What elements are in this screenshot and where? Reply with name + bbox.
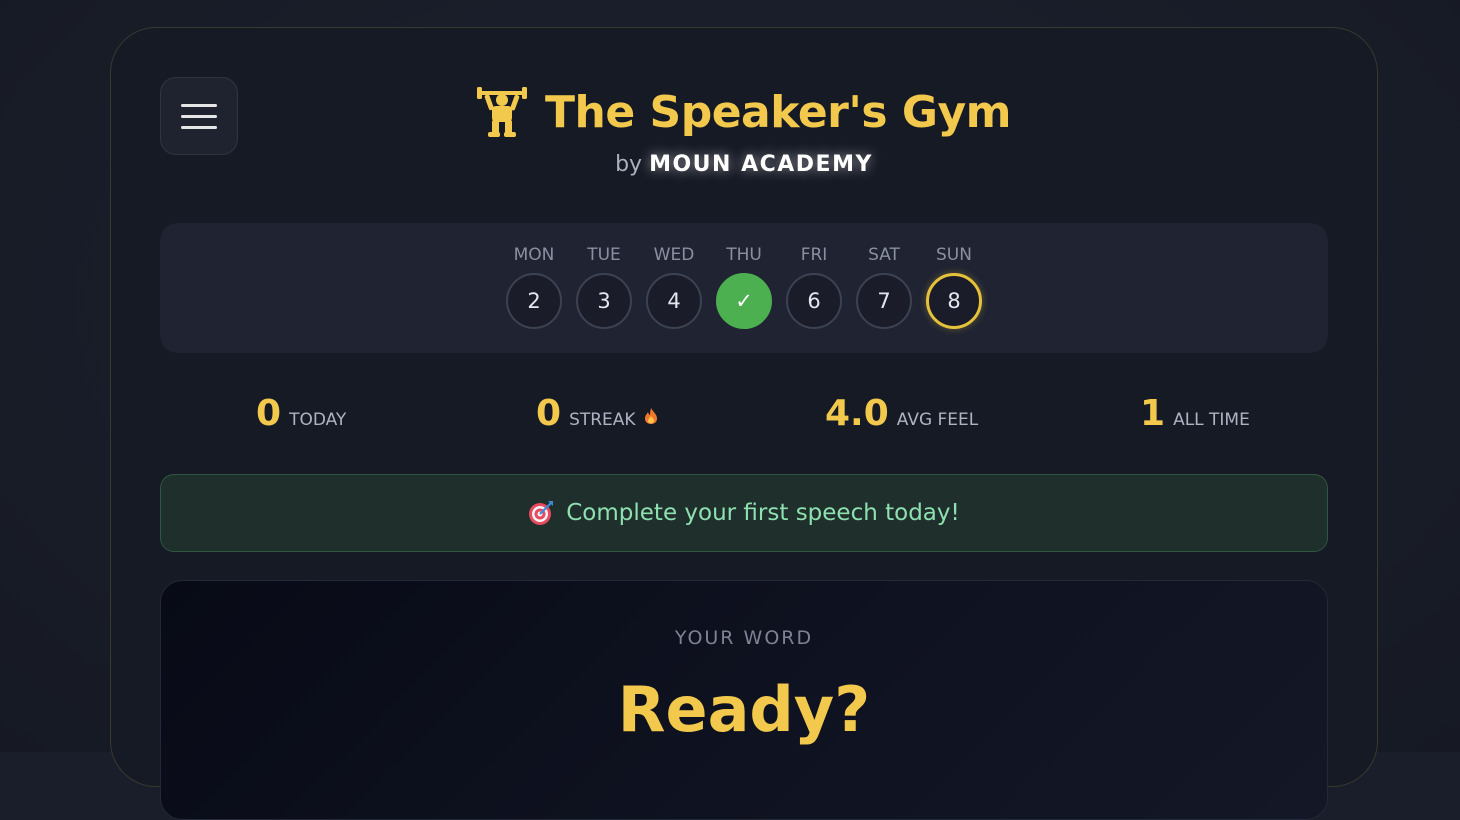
day-thu: THU ✓: [716, 245, 772, 353]
day-name: SUN: [936, 245, 972, 265]
stat-label: TODAY: [289, 410, 347, 430]
day-sun: SUN 8: [926, 245, 982, 353]
fire-icon: [644, 408, 657, 424]
day-name: WED: [653, 245, 695, 265]
day-button-today[interactable]: 8: [926, 273, 982, 329]
stat-all-time: 1 ALL TIME: [1140, 393, 1250, 434]
day-name: TUE: [587, 245, 621, 265]
day-button[interactable]: 7: [856, 273, 912, 329]
day-name: SAT: [868, 245, 900, 265]
stat-value: 0: [536, 393, 562, 434]
word-card: YOUR WORD Ready?: [160, 580, 1328, 820]
stat-label: AVG FEEL: [896, 410, 979, 430]
app-container: The Speaker's Gym by MOUN ACADEMY MON 2 …: [110, 27, 1378, 820]
brand-name: MOUN ACADEMY: [649, 152, 873, 177]
week-tracker: MON 2 TUE 3 WED 4 THU ✓ FRI 6 SAT 7 SUN …: [160, 223, 1328, 353]
day-tue: TUE 3: [576, 245, 632, 353]
target-icon: [529, 501, 554, 525]
stat-today: 0 TODAY: [256, 393, 346, 434]
day-button-completed-checkmark-icon[interactable]: ✓: [716, 273, 772, 329]
day-wed: WED 4: [646, 245, 702, 353]
day-sat: SAT 7: [856, 245, 912, 353]
day-name: THU: [726, 245, 762, 265]
word-label: YOUR WORD: [674, 627, 814, 649]
day-mon: MON 2: [506, 245, 562, 353]
stat-avg-feel: 4.0 AVG FEEL: [825, 393, 978, 434]
byline-prefix: by: [615, 152, 643, 177]
day-fri: FRI 6: [786, 245, 842, 353]
weightlifter-icon: [477, 87, 528, 137]
day-name: FRI: [800, 245, 828, 265]
stat-streak: 0 STREAK: [536, 393, 658, 434]
day-button[interactable]: 4: [646, 273, 702, 329]
stat-value: 4.0: [825, 393, 889, 434]
stats-row: 0 TODAY 0 STREAK 4.0 AVG FEEL 1 ALL TIME: [160, 393, 1328, 443]
day-button[interactable]: 2: [506, 273, 562, 329]
word-display: Ready?: [617, 673, 871, 746]
day-button[interactable]: 6: [786, 273, 842, 329]
goal-banner: Complete your first speech today!: [160, 474, 1328, 552]
day-button[interactable]: 3: [576, 273, 632, 329]
stat-label: STREAK: [569, 410, 636, 430]
stat-label: ALL TIME: [1173, 410, 1250, 430]
byline: by MOUN ACADEMY: [111, 152, 1377, 177]
day-name: MON: [513, 245, 555, 265]
app-title: The Speaker's Gym: [545, 86, 1011, 138]
banner-text: Complete your first speech today!: [566, 500, 960, 526]
app-header: The Speaker's Gym: [111, 86, 1377, 138]
stat-value: 0: [256, 393, 282, 434]
stat-value: 1: [1140, 393, 1166, 434]
